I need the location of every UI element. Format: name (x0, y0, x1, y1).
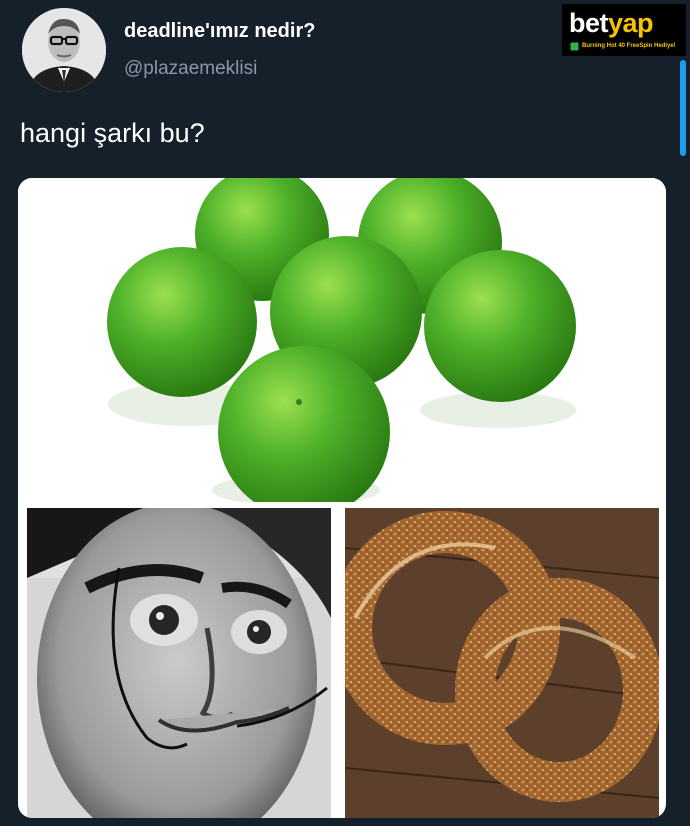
betyap-watermark-badge: betyap Burning Hot 40 FreeSpin Hediye! (562, 4, 686, 56)
badge-tagline: Burning Hot 40 FreeSpin Hediye! (582, 43, 676, 49)
user-handle[interactable]: @plazaemeklisi (124, 58, 257, 80)
logo-part-yap: yap (608, 8, 654, 38)
scrollbar[interactable] (680, 60, 686, 156)
tweet-card: deadline'ımız nedir? @plazaemeklisi hang… (0, 0, 690, 826)
logo-part-bet: bet (569, 8, 609, 38)
betyap-logo: betyap (569, 8, 654, 39)
green-plums-photo (18, 178, 666, 502)
clover-icon (570, 42, 579, 51)
mustached-man-photo (27, 508, 331, 818)
display-name[interactable]: deadline'ımız nedir? (124, 20, 315, 43)
avatar[interactable] (22, 8, 106, 92)
tweet-media-collage[interactable] (18, 178, 666, 818)
tweet-text: hangi şarkı bu? (20, 118, 205, 148)
simit-bagels-photo (345, 508, 659, 818)
